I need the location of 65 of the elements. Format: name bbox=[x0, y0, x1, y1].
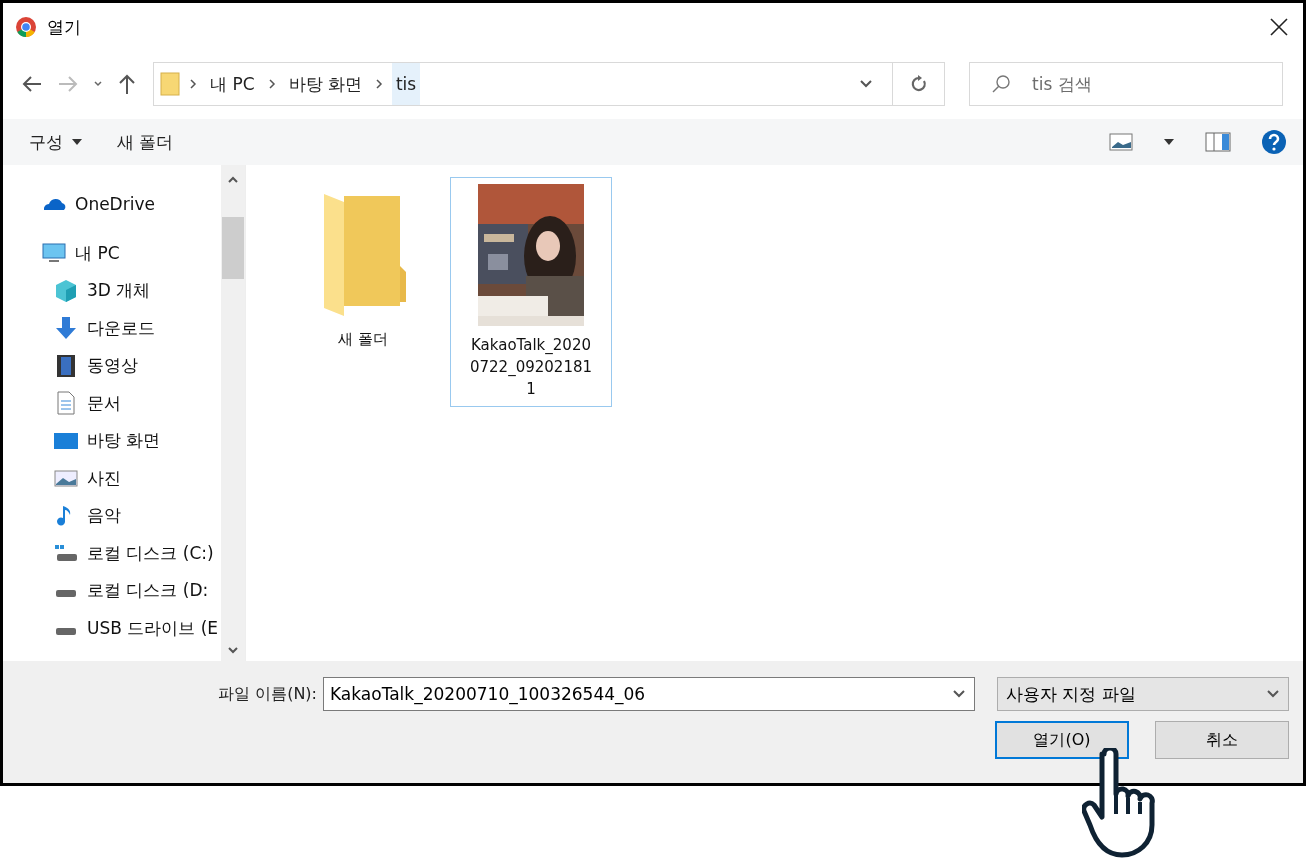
window-title: 열기 bbox=[47, 15, 82, 39]
sidebar-item[interactable]: OneDrive bbox=[3, 185, 221, 223]
close-icon bbox=[1269, 17, 1289, 37]
breadcrumb-item[interactable]: 내 PC bbox=[206, 63, 259, 105]
back-arrow-icon bbox=[21, 75, 43, 93]
breadcrumb-item[interactable]: tis bbox=[391, 63, 421, 105]
cube-icon bbox=[53, 277, 79, 304]
sidebar-item[interactable]: 음악 bbox=[3, 497, 221, 535]
sidebar-label: 3D 개체 bbox=[87, 279, 151, 303]
chevron-icon bbox=[373, 78, 384, 90]
sidebar-item[interactable]: 바탕 화면 bbox=[3, 422, 221, 460]
sidebar-item[interactable]: 로컬 디스크 (C:) bbox=[3, 534, 221, 572]
browser-logo-icon bbox=[15, 16, 37, 38]
sidebar-label: 동영상 bbox=[87, 354, 138, 378]
caret-icon bbox=[1163, 138, 1175, 146]
chevron-icon bbox=[188, 78, 198, 90]
address-bar[interactable]: 내 PC 바탕 화면 tis bbox=[153, 62, 945, 106]
chevron-down-icon bbox=[93, 80, 103, 88]
help-icon bbox=[1261, 129, 1287, 155]
sidebar-item[interactable]: 로컬 디스크 (D: bbox=[3, 572, 221, 610]
scroll-down-icon bbox=[227, 647, 239, 655]
image-view-icon bbox=[1109, 133, 1133, 151]
file-item[interactable]: KakaoTalk_20200722_092021811 bbox=[450, 177, 612, 407]
forward-arrow-icon bbox=[57, 75, 79, 93]
breadcrumb-item[interactable]: 바탕 화면 bbox=[284, 63, 366, 105]
sidebar-label: 다운로드 bbox=[87, 316, 155, 340]
file-type-dropdown[interactable]: 사용자 지정 파일 bbox=[997, 677, 1289, 711]
search-icon bbox=[991, 74, 1011, 94]
sidebar-item[interactable]: 내 PC bbox=[3, 234, 221, 272]
organize-menu-button[interactable]: 구성 bbox=[29, 130, 83, 154]
chevron-icon bbox=[266, 78, 277, 90]
sidebar-item[interactable]: 사진 bbox=[3, 459, 221, 497]
scroll-up-icon bbox=[227, 175, 239, 183]
sidebar-item[interactable]: 문서 bbox=[3, 384, 221, 422]
file-name: KakaoTalk_20200722_092021811 bbox=[469, 335, 593, 400]
sidebar-label: 내 PC bbox=[75, 241, 120, 265]
sidebar-item[interactable]: 다운로드 bbox=[3, 309, 221, 347]
sidebar-label: USB 드라이브 (E bbox=[87, 616, 219, 640]
file-name: 새 폴더 bbox=[337, 329, 389, 350]
sidebar-label: 사진 bbox=[87, 466, 121, 490]
sidebar-label: OneDrive bbox=[75, 193, 155, 214]
sidebar-label: 바탕 화면 bbox=[87, 429, 161, 453]
up-arrow-icon bbox=[117, 73, 137, 95]
sidebar-label: 문서 bbox=[87, 391, 121, 415]
cancel-button[interactable]: 취소 bbox=[1155, 721, 1289, 759]
caret-icon bbox=[71, 138, 83, 146]
new-folder-button[interactable]: 새 폴더 bbox=[117, 130, 174, 154]
sidebar-label: 로컬 디스크 (C:) bbox=[87, 541, 214, 565]
filename-label: 파일 이름(N): bbox=[218, 683, 317, 705]
sidebar-label: 음악 bbox=[87, 504, 121, 528]
search-field[interactable]: tis 검색 bbox=[969, 62, 1283, 106]
scrollbar-thumb[interactable] bbox=[222, 217, 244, 279]
drive-icon bbox=[55, 626, 77, 636]
drive-icon bbox=[55, 589, 77, 599]
open-button[interactable]: 열기(O) bbox=[995, 721, 1129, 759]
sidebar-label: 로컬 디스크 (D: bbox=[87, 579, 209, 603]
sidebar-item[interactable]: 3D 개체 bbox=[3, 272, 221, 310]
file-item[interactable]: 새 폴더 bbox=[282, 177, 444, 357]
sidebar-item[interactable]: 동영상 bbox=[3, 347, 221, 385]
scrollbar[interactable] bbox=[221, 165, 245, 661]
refresh-icon bbox=[909, 74, 928, 94]
filename-field[interactable]: KakaoTalk_20200710_100326544_06 bbox=[323, 677, 975, 711]
folder-icon bbox=[160, 72, 180, 96]
sidebar-item[interactable]: USB 드라이브 (E bbox=[3, 609, 221, 647]
pane-icon bbox=[1205, 132, 1231, 152]
